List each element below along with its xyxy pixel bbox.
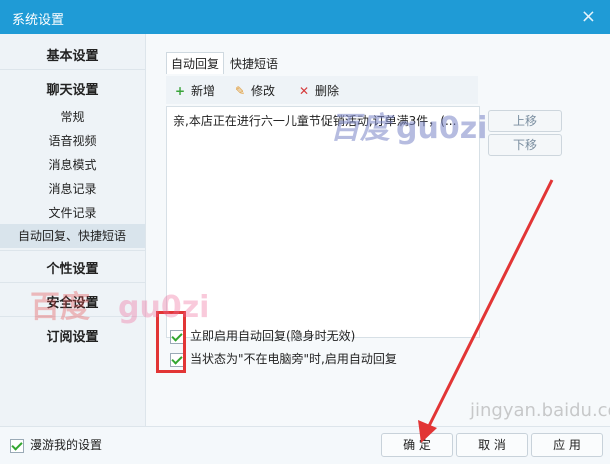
sidebar-item-voice-video[interactable]: 语音视频 [0,132,145,149]
enable-when-away-option[interactable]: 当状态为"不在电脑旁"时,启用自动回复 [170,350,397,367]
enable-when-away-label: 当状态为"不在电脑旁"时,启用自动回复 [190,352,397,366]
add-button[interactable]: + 新增 [174,82,215,99]
sidebar-item-message-history[interactable]: 消息记录 [0,180,145,197]
roam-settings-option[interactable]: 漫游我的设置 [10,436,102,453]
window-title: 系统设置 [12,13,65,28]
move-down-button[interactable]: 下移 [488,134,562,156]
enable-when-away-checkbox[interactable] [170,352,184,367]
sidebar-divider [0,316,145,317]
confirm-button[interactable]: 确 定 [381,433,453,457]
sidebar-item-chat[interactable]: 聊天设置 [0,79,145,98]
settings-sidebar: 基本设置 聊天设置 常规 语音视频 消息模式 消息记录 文件记录 自动回复、快捷… [0,34,146,426]
sidebar-item-basic[interactable]: 基本设置 [0,45,145,64]
add-button-label: 新增 [191,84,216,98]
plus-icon: + [174,84,186,98]
sidebar-item-auto-reply[interactable]: 自动回复、快捷短语 [0,224,145,248]
delete-x-icon: ✕ [298,84,310,98]
tab-quick-phrases[interactable]: 快捷短语 [230,55,278,72]
list-item[interactable]: 亲,本店正在进行六一儿童节促销活动,订单满3件，(... [173,112,473,129]
move-up-button[interactable]: 上移 [488,110,562,132]
pencil-icon: ✎ [234,84,246,98]
sidebar-item-subscription[interactable]: 订阅设置 [0,326,145,345]
auto-reply-list[interactable]: 亲,本店正在进行六一儿童节促销活动,订单满3件，(... [166,106,480,338]
window-titlebar: 系统设置 × [0,0,610,34]
sidebar-item-personal[interactable]: 个性设置 [0,258,145,277]
apply-button[interactable]: 应 用 [531,433,603,457]
roam-settings-label: 漫游我的设置 [30,438,103,452]
close-icon[interactable]: × [581,6,596,27]
sidebar-divider [0,282,145,283]
edit-button-label: 修改 [251,84,276,98]
sidebar-item-message-mode[interactable]: 消息模式 [0,156,145,173]
delete-button[interactable]: ✕ 删除 [298,82,339,99]
sidebar-item-security[interactable]: 安全设置 [0,292,145,311]
enable-auto-reply-option[interactable]: 立即启用自动回复(隐身时无效) [170,327,355,344]
enable-auto-reply-label: 立即启用自动回复(隐身时无效) [190,329,356,343]
tab-auto-reply[interactable]: 自动回复 [166,52,225,74]
cancel-button[interactable]: 取 消 [456,433,528,457]
dialog-footer: 漫游我的设置 确 定 取 消 应 用 [0,426,610,464]
sidebar-item-general[interactable]: 常规 [0,108,145,125]
edit-button[interactable]: ✎ 修改 [234,82,275,99]
enable-auto-reply-checkbox[interactable] [170,329,184,344]
sidebar-divider [0,69,145,70]
delete-button-label: 删除 [315,84,340,98]
roam-settings-checkbox[interactable] [10,438,24,453]
settings-panel: 自动回复 快捷短语 + 新增 ✎ 修改 ✕ 删除 亲,本店正在进行六一儿童节促销活动,… [146,34,610,426]
reply-toolbar: + 新增 ✎ 修改 ✕ 删除 [166,76,478,104]
sidebar-item-file-history[interactable]: 文件记录 [0,204,145,221]
sidebar-divider [0,250,145,251]
